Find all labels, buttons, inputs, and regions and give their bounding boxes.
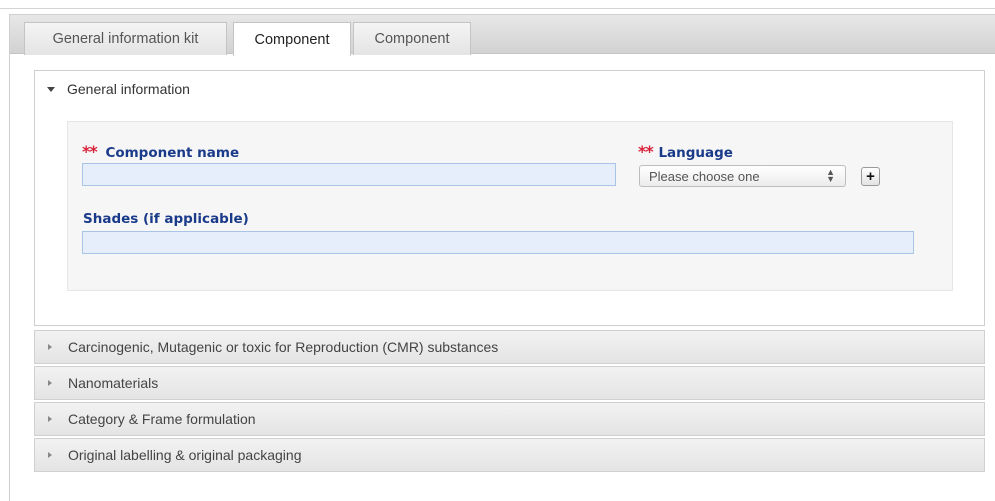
original-labelling-title: Original labelling & original packaging bbox=[68, 447, 302, 463]
language-label-text: Language bbox=[658, 145, 733, 161]
caret-right-icon bbox=[48, 416, 52, 422]
caret-right-icon bbox=[48, 344, 52, 350]
tab-general-information-kit[interactable]: General information kit bbox=[24, 22, 227, 55]
caret-down-icon bbox=[47, 86, 55, 92]
original-labelling-header[interactable]: Original labelling & original packaging bbox=[34, 438, 985, 472]
select-arrows-icon: ▲ ▼ bbox=[826, 167, 835, 184]
category-frame-formulation-header[interactable]: Category & Frame formulation bbox=[34, 402, 985, 436]
top-rule bbox=[0, 8, 995, 9]
language-select-value: Please choose one bbox=[649, 168, 760, 184]
general-information-form: ** Component name ** Language Please cho… bbox=[67, 121, 953, 291]
cmr-substances-header[interactable]: Carcinogenic, Mutagenic or toxic for Rep… bbox=[34, 330, 985, 364]
general-information-panel: General information ** Component name **… bbox=[34, 70, 985, 326]
tab-bar: General information kit Component Compon… bbox=[10, 15, 995, 56]
add-language-button[interactable]: + bbox=[861, 167, 880, 186]
language-select[interactable]: Please choose one ▲ ▼ bbox=[639, 165, 846, 187]
general-information-title: General information bbox=[67, 81, 190, 97]
tab-component-active[interactable]: Component bbox=[233, 22, 351, 56]
shades-input[interactable] bbox=[82, 231, 914, 254]
component-name-input[interactable] bbox=[82, 163, 616, 186]
tab-component[interactable]: Component bbox=[353, 22, 471, 55]
shades-label: Shades (if applicable) bbox=[83, 211, 249, 227]
required-marker: ** bbox=[638, 142, 654, 161]
component-name-label-text: Component name bbox=[105, 145, 240, 161]
general-information-header[interactable]: General information bbox=[35, 71, 984, 107]
language-label: ** Language bbox=[638, 142, 733, 161]
cmr-substances-title: Carcinogenic, Mutagenic or toxic for Rep… bbox=[68, 339, 499, 355]
caret-right-icon bbox=[48, 452, 52, 458]
nanomaterials-header[interactable]: Nanomaterials bbox=[34, 366, 985, 400]
category-frame-formulation-title: Category & Frame formulation bbox=[68, 411, 256, 427]
caret-right-icon bbox=[48, 380, 52, 386]
required-marker: ** bbox=[82, 142, 98, 161]
top-strip bbox=[0, 0, 995, 12]
nanomaterials-title: Nanomaterials bbox=[68, 375, 159, 391]
component-name-label: ** Component name bbox=[82, 142, 239, 161]
